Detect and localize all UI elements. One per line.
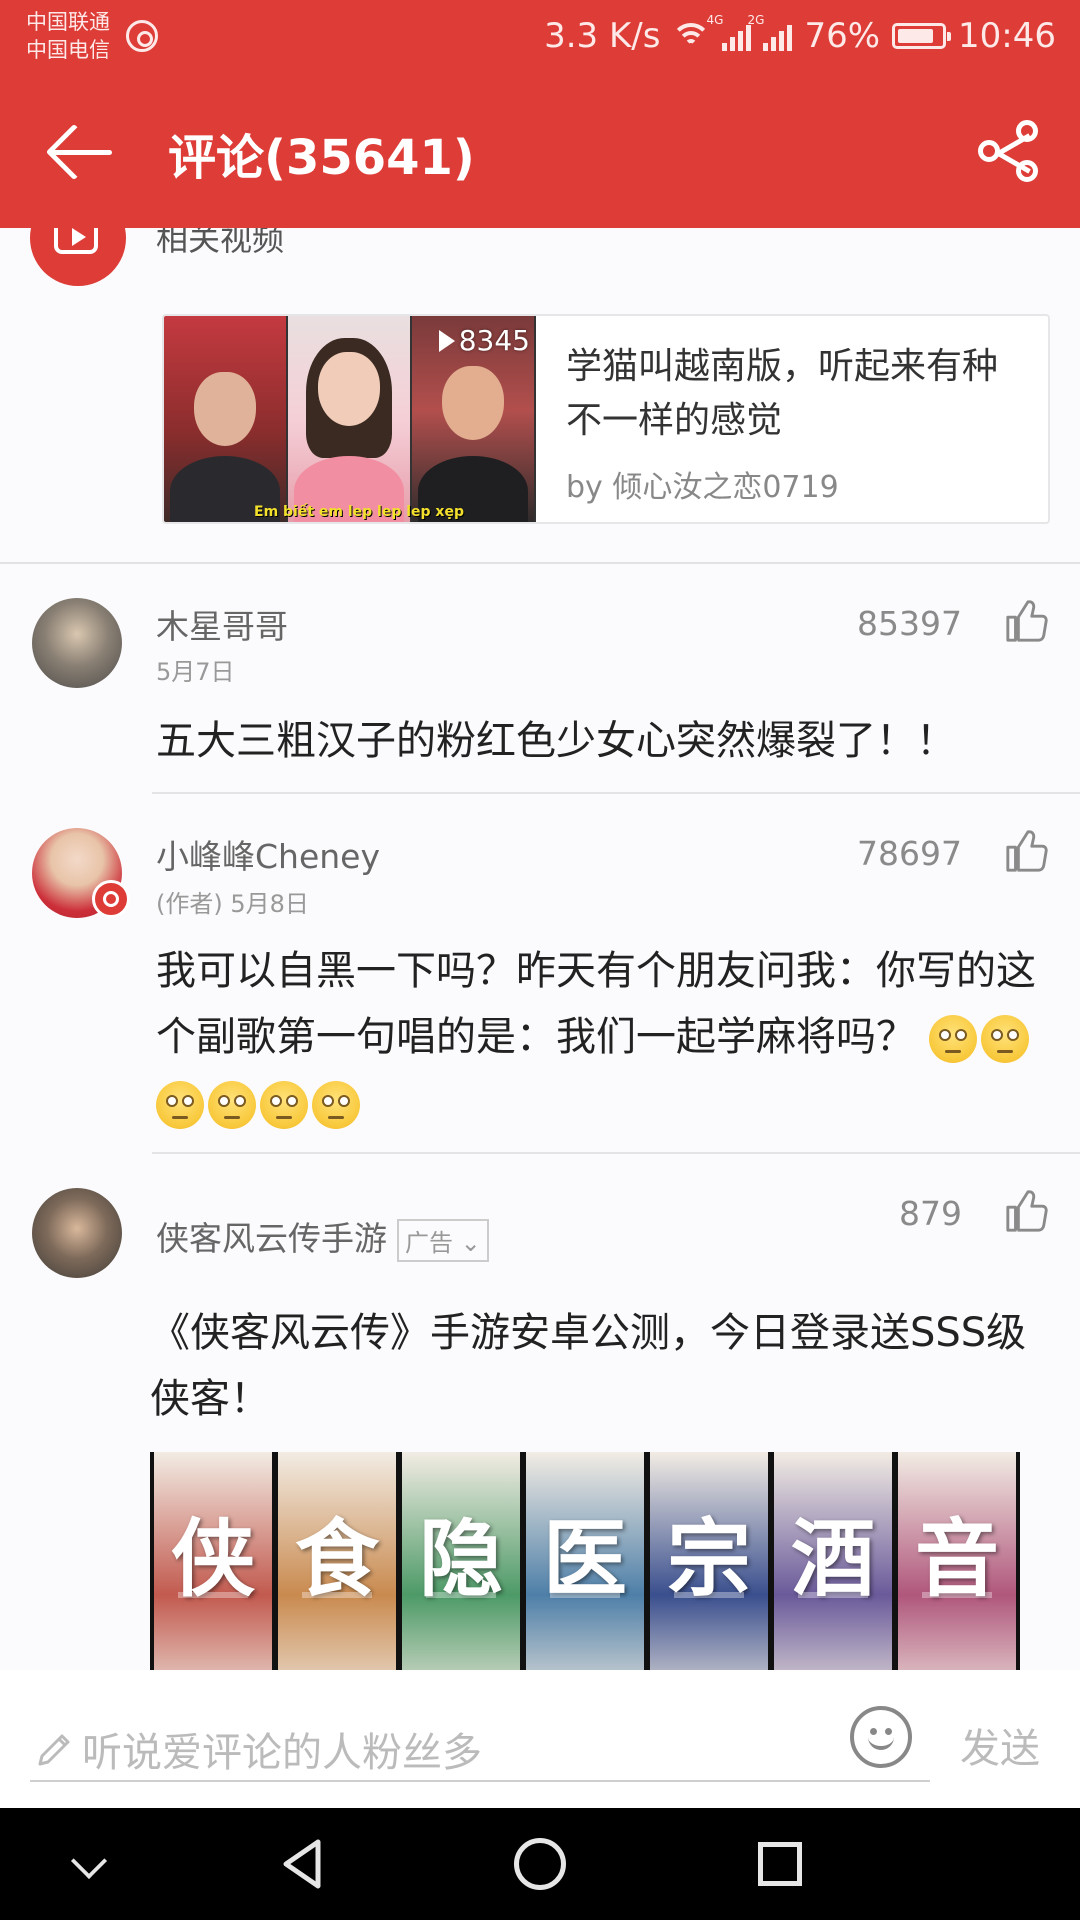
ad-banner-panel: 音 bbox=[898, 1452, 1016, 1670]
video-author: by 倾心汝之恋0719 bbox=[566, 470, 839, 505]
thumbs-up-icon[interactable] bbox=[1004, 598, 1050, 644]
system-nav-bar bbox=[0, 1808, 1080, 1920]
network-type-2: 2G bbox=[747, 13, 765, 27]
ad-banner-char: 宗 bbox=[666, 1509, 751, 1608]
avatar[interactable] bbox=[32, 598, 122, 688]
video-play-icon bbox=[30, 228, 126, 286]
page-title: 评论(35641) bbox=[168, 130, 475, 186]
eye-roll-emoji-icon bbox=[156, 1081, 204, 1129]
comment-username[interactable]: 木星哥哥 bbox=[156, 600, 288, 648]
author-badge-icon bbox=[92, 880, 130, 918]
comment-text: 《侠客风云传》手游安卓公测，今日登录送SSS级侠客！ bbox=[150, 1310, 1027, 1422]
video-caption: Em biết em lep lep lep xẹp bbox=[254, 504, 464, 520]
ad-banner-panel: 宗 bbox=[650, 1452, 768, 1670]
play-count: 8345 bbox=[438, 324, 530, 357]
battery-percent: 76% bbox=[804, 16, 881, 56]
ad-banner-char: 医 bbox=[542, 1509, 627, 1608]
thumbs-up-icon[interactable] bbox=[1004, 828, 1050, 874]
eye-roll-emoji-icon bbox=[928, 1015, 977, 1063]
like-count: 85397 bbox=[857, 604, 962, 643]
eye-roll-emoji-icon bbox=[260, 1081, 308, 1129]
ad-banner-char: 隐 bbox=[418, 1509, 503, 1608]
ad-banner-char: 音 bbox=[914, 1509, 999, 1608]
comment-date: (作者) 5月8日 bbox=[156, 890, 309, 918]
avatar[interactable] bbox=[32, 1188, 122, 1278]
comment-list[interactable]: 相关视频 8345 Em biết em lep lep lep xẹp 学猫叫… bbox=[0, 228, 1080, 1670]
play-count-value: 8345 bbox=[458, 324, 530, 357]
nav-home-icon[interactable] bbox=[514, 1838, 566, 1890]
eye-roll-emoji-icon bbox=[208, 1081, 256, 1129]
related-videos-label: 相关视频 bbox=[156, 228, 285, 258]
carrier-labels: 中国联通 中国电信 bbox=[26, 8, 110, 64]
network-speed: 3.3 K/s bbox=[544, 16, 661, 56]
ad-banner-char: 食 bbox=[294, 1509, 379, 1608]
eye-roll-emoji-icon bbox=[312, 1081, 360, 1129]
ad-label-dropdown[interactable]: 广告 ⌄ bbox=[397, 1219, 489, 1262]
related-video-card[interactable]: 8345 Em biết em lep lep lep xẹp 学猫叫越南版，听… bbox=[162, 314, 1050, 524]
signal-2g-icon: 2G bbox=[747, 13, 793, 51]
clock: 10:46 bbox=[958, 16, 1056, 56]
wifi-icon bbox=[672, 21, 711, 51]
ad-banner-image[interactable]: 侠食隐医宗酒音 bbox=[150, 1452, 1020, 1670]
nav-recents-icon[interactable] bbox=[758, 1842, 802, 1886]
ad-banner-char: 酒 bbox=[790, 1509, 875, 1608]
ad-account-name[interactable]: 侠客风云传手游 bbox=[156, 1219, 387, 1258]
carrier-top: 中国联通 bbox=[26, 10, 110, 34]
network-type-1: 4G bbox=[706, 13, 724, 27]
comment-username[interactable]: 侠客风云传手游 广告 ⌄ bbox=[156, 1212, 489, 1262]
nav-back-icon[interactable] bbox=[276, 1836, 332, 1892]
comment-input-bar: 听说爱评论的人粉丝多 发送 bbox=[0, 1670, 1080, 1808]
share-icon[interactable] bbox=[976, 118, 1042, 184]
ad-banner-panel: 酒 bbox=[774, 1452, 892, 1670]
like-count: 879 bbox=[899, 1194, 962, 1233]
ad-banner-panel: 食 bbox=[278, 1452, 396, 1670]
comment-username[interactable]: 小峰峰Cheney bbox=[156, 830, 380, 878]
carrier-bottom: 中国电信 bbox=[26, 38, 110, 62]
status-bar: 中国联通 中国电信 3.3 K/s 4G 2G 76% 10:46 bbox=[0, 0, 1080, 78]
chevron-down-icon: ⌄ bbox=[460, 1229, 481, 1257]
send-button[interactable]: 发送 bbox=[960, 1716, 1040, 1774]
input-underline bbox=[30, 1780, 930, 1782]
comment-input[interactable]: 听说爱评论的人粉丝多 bbox=[82, 1720, 482, 1778]
comment-text: 五大三粗汉子的粉红色少女心突然爆裂了！！ bbox=[156, 718, 956, 764]
divider bbox=[152, 792, 1080, 794]
eye-roll-emoji-icon bbox=[980, 1015, 1029, 1063]
comment-text: 我可以自黑一下吗？昨天有个朋友问我：你写的这个副歌第一句唱的是：我们一起学麻将吗… bbox=[156, 948, 1036, 1060]
pencil-icon bbox=[38, 1734, 70, 1766]
emoji-picker-icon[interactable] bbox=[850, 1706, 912, 1768]
play-icon bbox=[438, 329, 455, 352]
battery-icon bbox=[892, 23, 952, 49]
comment-date: 5月7日 bbox=[156, 658, 235, 686]
thumbs-up-icon[interactable] bbox=[1004, 1188, 1050, 1234]
app-bar: 评论(35641) bbox=[0, 78, 1080, 228]
ad-banner-char: 侠 bbox=[170, 1509, 255, 1608]
video-title: 学猫叫越南版，听起来有种不一样的感觉 bbox=[566, 346, 999, 441]
back-arrow-icon[interactable] bbox=[45, 120, 116, 186]
ad-label: 广告 bbox=[405, 1229, 453, 1257]
like-count: 78697 bbox=[857, 834, 962, 873]
comment-body: 我可以自黑一下吗？昨天有个朋友问我：你写的这个副歌第一句唱的是：我们一起学麻将吗… bbox=[156, 938, 1056, 1136]
ad-banner-panel: 隐 bbox=[402, 1452, 520, 1670]
netease-music-icon bbox=[126, 20, 158, 52]
ad-banner-panel: 医 bbox=[526, 1452, 644, 1670]
divider bbox=[152, 1152, 1080, 1154]
hide-nav-icon[interactable] bbox=[70, 1842, 108, 1880]
status-indicators: 3.3 K/s 4G 2G 76% 10:46 bbox=[544, 13, 1056, 58]
ad-banner-panel: 侠 bbox=[154, 1452, 272, 1670]
divider bbox=[0, 562, 1080, 564]
video-thumbnail: 8345 Em biết em lep lep lep xẹp bbox=[164, 316, 536, 522]
